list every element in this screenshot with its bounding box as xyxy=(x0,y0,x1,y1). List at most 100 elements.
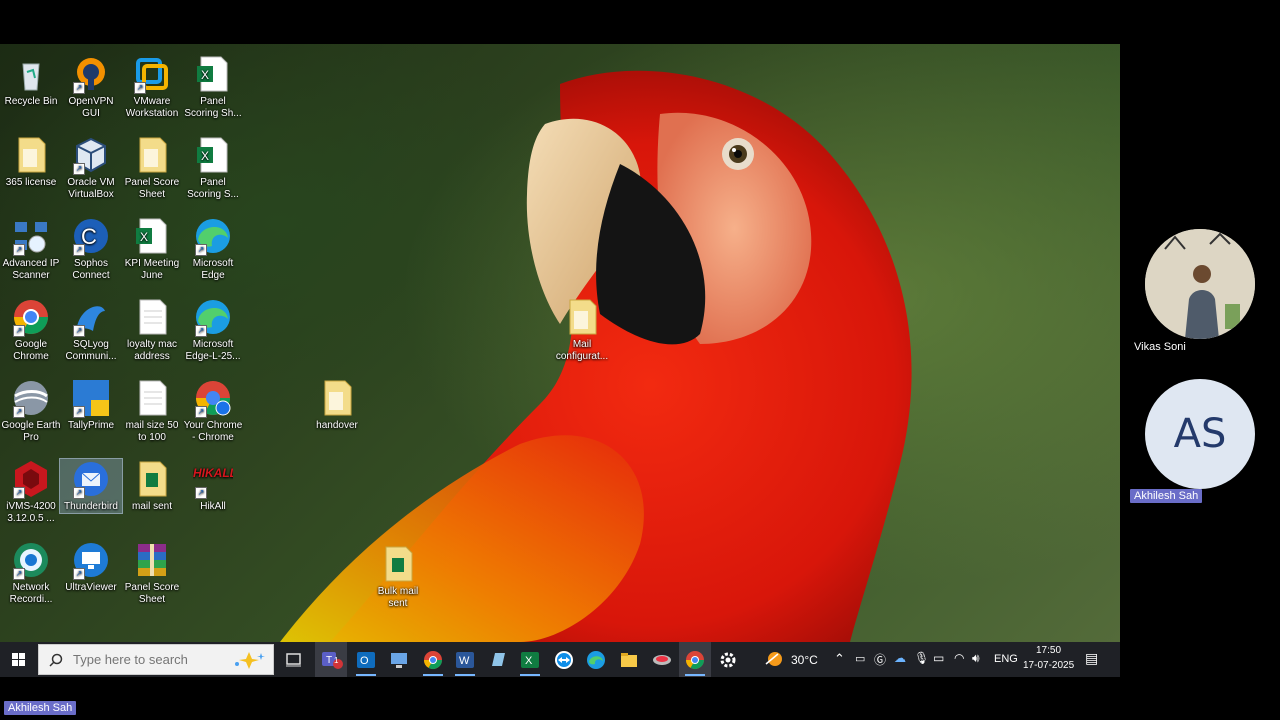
shortcut-arrow-icon: ↗ xyxy=(73,244,85,256)
desktop-icon-microsoft-edge[interactable]: ↗ Microsoft Edge xyxy=(182,216,244,282)
desktop-icon-panel-score-sheet[interactable]: Panel Score Sheet xyxy=(121,540,183,606)
text-file-icon xyxy=(132,378,172,418)
desktop-icon-ivms-4200-3-12-0-5[interactable]: ↗ iVMS-4200 3.12.0.5 ... xyxy=(0,459,62,525)
wifi-icon[interactable]: ◠ xyxy=(954,651,964,665)
folder-icon xyxy=(132,135,172,175)
svg-text:HIKALL: HIKALL xyxy=(193,466,233,480)
shortcut-arrow-icon: ↗ xyxy=(73,163,85,175)
excel-file-icon: X xyxy=(193,135,233,175)
vmware-icon: ↗ xyxy=(132,54,172,94)
taskbar: T 1 O W X 30°C ⌃ ▭ Ⓖ ☁ 🎙︎ ▭ ◠ xyxy=(0,642,1120,677)
google-icon[interactable]: Ⓖ xyxy=(874,651,886,668)
outlook-icon[interactable]: O xyxy=(350,642,382,677)
svg-text:X: X xyxy=(201,149,209,163)
desktop-icon-label: Panel Scoring Sh... xyxy=(184,96,242,119)
desktop-icon-label: handover xyxy=(316,420,358,431)
taskbar-search-box[interactable] xyxy=(38,644,274,675)
teams-icon[interactable]: T 1 xyxy=(315,642,347,677)
desktop-icon-google-earth-pro[interactable]: ↗ Google Earth Pro xyxy=(0,378,62,444)
settings-icon[interactable] xyxy=(712,642,744,677)
desktop-icon-label: 365 license xyxy=(5,177,57,188)
shortcut-arrow-icon: ↗ xyxy=(195,487,207,499)
desktop-icon-loyalty-mac-address[interactable]: loyalty mac address xyxy=(121,297,183,363)
desktop-icon-kpi-meeting-june[interactable]: X KPI Meeting June xyxy=(121,216,183,282)
desktop-icon-network-recordi[interactable]: ↗ Network Recordi... xyxy=(0,540,62,606)
volume-icon[interactable]: 🔊︎ xyxy=(972,651,980,666)
desktop-icon-mail-size-50-to-100[interactable]: mail size 50 to 100 xyxy=(121,378,183,444)
participant-avatar-akhilesh: AS xyxy=(1145,379,1255,489)
desktop-icon-label: Panel Score Sheet xyxy=(124,177,180,200)
ivms-icon: ↗ xyxy=(11,459,51,499)
desktop-icon-label: Advanced IP Scanner xyxy=(2,258,60,281)
network-icon[interactable] xyxy=(646,642,678,677)
desktop-icon-label: Sophos Connect xyxy=(72,258,110,281)
notepad-icon[interactable] xyxy=(482,642,514,677)
desktop-icon-thunderbird[interactable]: ↗ Thunderbird xyxy=(59,458,123,514)
excel-file-icon: X xyxy=(193,54,233,94)
display-icon[interactable]: ▭ xyxy=(855,652,865,665)
clock-date[interactable]: 17-07-2025 xyxy=(1023,660,1074,671)
clock-time[interactable]: 17:50 xyxy=(1036,645,1061,656)
excel-icon[interactable]: X xyxy=(514,642,546,677)
desktop-icon-sqlyog-communi[interactable]: ↗ SQLyog Communi... xyxy=(60,297,122,363)
chrome-icon[interactable] xyxy=(417,642,449,677)
microphone-icon[interactable]: 🎙︎ xyxy=(914,651,929,665)
start-button[interactable] xyxy=(0,642,36,677)
language-indicator[interactable]: ENG xyxy=(994,653,1018,665)
desktop-icon-openvpn-gui[interactable]: ↗ OpenVPN GUI xyxy=(60,54,122,120)
hikall-icon: HIKALL ↗ xyxy=(193,459,233,499)
shortcut-arrow-icon: ↗ xyxy=(13,487,25,499)
weather-icon[interactable] xyxy=(764,650,784,670)
desktop-icon-panel-scoring-sh[interactable]: X Panel Scoring Sh... xyxy=(182,54,244,120)
shortcut-arrow-icon: ↗ xyxy=(195,325,207,337)
desktop-icon-label: HikAll xyxy=(200,501,226,512)
onedrive-icon[interactable]: ☁ xyxy=(894,651,906,665)
notification-icon[interactable]: ▤ xyxy=(1085,650,1098,667)
desktop-icon-handover[interactable]: handover xyxy=(306,378,368,432)
desktop-icon-advanced-ip-scanner[interactable]: ↗ Advanced IP Scanner xyxy=(0,216,62,282)
desktop-icon-vmware-workstation[interactable]: ↗ VMware Workstation xyxy=(121,54,183,120)
chrome-icon: ↗ xyxy=(11,297,51,337)
desktop-icon-tallyprime[interactable]: ↗ TallyPrime xyxy=(60,378,122,432)
shortcut-arrow-icon: ↗ xyxy=(73,406,85,418)
desktop-icon-bulk-mail-sent[interactable]: Bulk mail sent xyxy=(367,544,429,610)
desktop-icon-label: Your Chrome - Chrome xyxy=(183,420,243,443)
desktop-icon-oracle-vm-virtualbox[interactable]: ↗ Oracle VM VirtualBox xyxy=(60,135,122,201)
svg-text:W: W xyxy=(459,655,470,667)
shortcut-arrow-icon: ↗ xyxy=(73,82,85,94)
desktop-icon-label: Google Earth Pro xyxy=(1,420,61,443)
desktop-icon-recycle-bin[interactable]: Recycle Bin xyxy=(0,54,62,108)
desktop-icon-your-chrome-chrome[interactable]: ↗ Your Chrome - Chrome xyxy=(182,378,244,444)
svg-text:X: X xyxy=(525,655,533,667)
desktop-icon-label: Oracle VM VirtualBox xyxy=(67,177,115,200)
desktop-icon-panel-score-sheet[interactable]: Panel Score Sheet xyxy=(121,135,183,201)
task-view-icon[interactable] xyxy=(278,642,310,677)
word-icon[interactable]: W xyxy=(449,642,481,677)
desktop-icon-microsoft-edge-l-25[interactable]: ↗ Microsoft Edge-L-25... xyxy=(182,297,244,363)
avatar-initials: AS xyxy=(1173,411,1227,457)
desktop: Recycle Bin ↗ OpenVPN GUI ↗ VMware Workstati… xyxy=(0,44,1120,642)
desktop-icon-sophos-connect[interactable]: C ↗ Sophos Connect xyxy=(60,216,122,282)
desktop-icon-365-license[interactable]: 365 license xyxy=(0,135,62,189)
desktop-icon-mail-sent[interactable]: mail sent xyxy=(121,459,183,513)
desktop-icon-hikall[interactable]: HIKALL ↗ HikAll xyxy=(182,459,244,513)
virtualbox-icon: ↗ xyxy=(71,135,111,175)
desktop-icon-google-chrome[interactable]: ↗ Google Chrome xyxy=(0,297,62,363)
chrome-icon-2[interactable] xyxy=(679,642,711,677)
desktop-icon-label: mail sent xyxy=(131,501,172,512)
weather-temp[interactable]: 30°C xyxy=(791,653,818,667)
show-hidden-icons-icon[interactable]: ⌃ xyxy=(834,651,845,667)
shortcut-arrow-icon: ↗ xyxy=(13,406,25,418)
desktop-icon-label: Bulk mail sent xyxy=(377,586,419,609)
desktop-icon-label: Google Chrome xyxy=(13,339,49,362)
desktop-icon-ultraviewer[interactable]: ↗ UltraViewer xyxy=(60,540,122,594)
teamviewer-icon[interactable] xyxy=(548,642,580,677)
tally-icon: ↗ xyxy=(71,378,111,418)
remote-desktop-icon[interactable] xyxy=(383,642,415,677)
desktop-icon-panel-scoring-s[interactable]: X Panel Scoring S... xyxy=(182,135,244,201)
battery-icon[interactable]: ▭ xyxy=(933,651,944,665)
edge-icon[interactable] xyxy=(580,642,612,677)
desktop-icon-mail-configurat[interactable]: Mail configurat... xyxy=(551,297,613,363)
file-explorer-icon[interactable] xyxy=(613,642,645,677)
search-input[interactable] xyxy=(71,651,215,668)
